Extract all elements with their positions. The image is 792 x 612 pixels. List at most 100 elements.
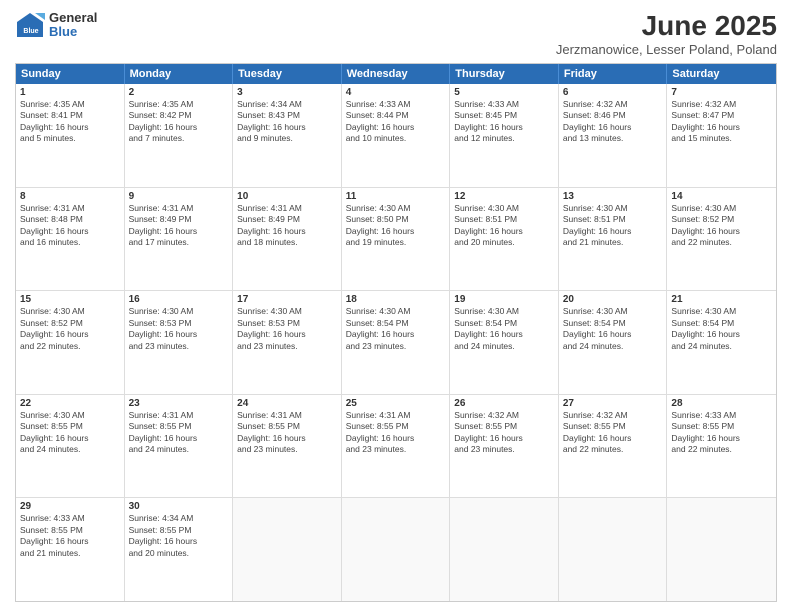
day-info: Sunrise: 4:32 AMSunset: 8:46 PMDaylight:… [563,99,663,145]
day-info: Sunrise: 4:30 AMSunset: 8:52 PMDaylight:… [20,306,120,352]
day-number: 28 [671,398,772,409]
day-info: Sunrise: 4:35 AMSunset: 8:42 PMDaylight:… [129,99,229,145]
day-number: 24 [237,398,337,409]
day-number: 27 [563,398,663,409]
day-number: 30 [129,501,229,512]
day-info: Sunrise: 4:32 AMSunset: 8:47 PMDaylight:… [671,99,772,145]
calendar-day-13: 13Sunrise: 4:30 AMSunset: 8:51 PMDayligh… [559,188,668,291]
day-info: Sunrise: 4:30 AMSunset: 8:54 PMDaylight:… [346,306,446,352]
calendar-day-11: 11Sunrise: 4:30 AMSunset: 8:50 PMDayligh… [342,188,451,291]
calendar-day-14: 14Sunrise: 4:30 AMSunset: 8:52 PMDayligh… [667,188,776,291]
calendar-day-4: 4Sunrise: 4:33 AMSunset: 8:44 PMDaylight… [342,84,451,187]
calendar-header-row: SundayMondayTuesdayWednesdayThursdayFrid… [16,64,776,84]
calendar-day-29: 29Sunrise: 4:33 AMSunset: 8:55 PMDayligh… [16,498,125,601]
calendar-day-9: 9Sunrise: 4:31 AMSunset: 8:49 PMDaylight… [125,188,234,291]
calendar-day-empty [667,498,776,601]
day-number: 16 [129,294,229,305]
calendar-week-2: 8Sunrise: 4:31 AMSunset: 8:48 PMDaylight… [16,188,776,292]
day-header-monday: Monday [125,64,234,84]
calendar-day-12: 12Sunrise: 4:30 AMSunset: 8:51 PMDayligh… [450,188,559,291]
day-number: 13 [563,191,663,202]
calendar-day-30: 30Sunrise: 4:34 AMSunset: 8:55 PMDayligh… [125,498,234,601]
day-number: 26 [454,398,554,409]
calendar-day-empty [559,498,668,601]
day-info: Sunrise: 4:31 AMSunset: 8:55 PMDaylight:… [129,410,229,456]
calendar-day-7: 7Sunrise: 4:32 AMSunset: 8:47 PMDaylight… [667,84,776,187]
calendar-subtitle: Jerzmanowice, Lesser Poland, Poland [556,42,777,57]
day-info: Sunrise: 4:35 AMSunset: 8:41 PMDaylight:… [20,99,120,145]
day-number: 1 [20,87,120,98]
calendar-day-25: 25Sunrise: 4:31 AMSunset: 8:55 PMDayligh… [342,395,451,498]
calendar-day-27: 27Sunrise: 4:32 AMSunset: 8:55 PMDayligh… [559,395,668,498]
day-number: 7 [671,87,772,98]
header: Blue General Blue June 2025 Jerzmanowice… [15,10,777,57]
day-info: Sunrise: 4:30 AMSunset: 8:50 PMDaylight:… [346,203,446,249]
day-number: 9 [129,191,229,202]
day-header-thursday: Thursday [450,64,559,84]
day-info: Sunrise: 4:33 AMSunset: 8:45 PMDaylight:… [454,99,554,145]
calendar-week-4: 22Sunrise: 4:30 AMSunset: 8:55 PMDayligh… [16,395,776,499]
calendar-day-26: 26Sunrise: 4:32 AMSunset: 8:55 PMDayligh… [450,395,559,498]
calendar-day-2: 2Sunrise: 4:35 AMSunset: 8:42 PMDaylight… [125,84,234,187]
day-number: 21 [671,294,772,305]
day-info: Sunrise: 4:30 AMSunset: 8:51 PMDaylight:… [563,203,663,249]
calendar-day-22: 22Sunrise: 4:30 AMSunset: 8:55 PMDayligh… [16,395,125,498]
day-number: 6 [563,87,663,98]
day-info: Sunrise: 4:30 AMSunset: 8:53 PMDaylight:… [237,306,337,352]
calendar-day-6: 6Sunrise: 4:32 AMSunset: 8:46 PMDaylight… [559,84,668,187]
calendar-day-23: 23Sunrise: 4:31 AMSunset: 8:55 PMDayligh… [125,395,234,498]
day-header-wednesday: Wednesday [342,64,451,84]
calendar-day-21: 21Sunrise: 4:30 AMSunset: 8:54 PMDayligh… [667,291,776,394]
day-info: Sunrise: 4:30 AMSunset: 8:53 PMDaylight:… [129,306,229,352]
logo: Blue General Blue [15,10,97,40]
calendar-page: Blue General Blue June 2025 Jerzmanowice… [0,0,792,612]
calendar-day-empty [342,498,451,601]
calendar-week-1: 1Sunrise: 4:35 AMSunset: 8:41 PMDaylight… [16,84,776,188]
day-number: 5 [454,87,554,98]
calendar-day-19: 19Sunrise: 4:30 AMSunset: 8:54 PMDayligh… [450,291,559,394]
day-info: Sunrise: 4:31 AMSunset: 8:49 PMDaylight:… [237,203,337,249]
day-info: Sunrise: 4:31 AMSunset: 8:49 PMDaylight:… [129,203,229,249]
calendar-day-8: 8Sunrise: 4:31 AMSunset: 8:48 PMDaylight… [16,188,125,291]
calendar-day-5: 5Sunrise: 4:33 AMSunset: 8:45 PMDaylight… [450,84,559,187]
day-header-saturday: Saturday [667,64,776,84]
calendar-title: June 2025 [556,10,777,42]
logo-icon: Blue [15,10,45,40]
day-number: 18 [346,294,446,305]
day-number: 11 [346,191,446,202]
day-info: Sunrise: 4:30 AMSunset: 8:55 PMDaylight:… [20,410,120,456]
day-number: 12 [454,191,554,202]
svg-text:Blue: Blue [23,28,38,35]
logo-text: General Blue [49,11,97,40]
day-number: 3 [237,87,337,98]
day-number: 20 [563,294,663,305]
day-info: Sunrise: 4:30 AMSunset: 8:52 PMDaylight:… [671,203,772,249]
day-number: 14 [671,191,772,202]
day-number: 29 [20,501,120,512]
calendar: SundayMondayTuesdayWednesdayThursdayFrid… [15,63,777,602]
day-number: 19 [454,294,554,305]
day-info: Sunrise: 4:32 AMSunset: 8:55 PMDaylight:… [454,410,554,456]
day-info: Sunrise: 4:33 AMSunset: 8:55 PMDaylight:… [20,513,120,559]
calendar-day-empty [450,498,559,601]
day-info: Sunrise: 4:30 AMSunset: 8:51 PMDaylight:… [454,203,554,249]
day-info: Sunrise: 4:31 AMSunset: 8:55 PMDaylight:… [237,410,337,456]
day-info: Sunrise: 4:32 AMSunset: 8:55 PMDaylight:… [563,410,663,456]
calendar-week-3: 15Sunrise: 4:30 AMSunset: 8:52 PMDayligh… [16,291,776,395]
day-info: Sunrise: 4:34 AMSunset: 8:43 PMDaylight:… [237,99,337,145]
calendar-day-empty [233,498,342,601]
day-number: 22 [20,398,120,409]
calendar-day-1: 1Sunrise: 4:35 AMSunset: 8:41 PMDaylight… [16,84,125,187]
day-number: 23 [129,398,229,409]
calendar-day-20: 20Sunrise: 4:30 AMSunset: 8:54 PMDayligh… [559,291,668,394]
day-info: Sunrise: 4:33 AMSunset: 8:44 PMDaylight:… [346,99,446,145]
day-info: Sunrise: 4:33 AMSunset: 8:55 PMDaylight:… [671,410,772,456]
calendar-day-24: 24Sunrise: 4:31 AMSunset: 8:55 PMDayligh… [233,395,342,498]
day-number: 25 [346,398,446,409]
calendar-day-3: 3Sunrise: 4:34 AMSunset: 8:43 PMDaylight… [233,84,342,187]
calendar-week-5: 29Sunrise: 4:33 AMSunset: 8:55 PMDayligh… [16,498,776,601]
calendar-day-17: 17Sunrise: 4:30 AMSunset: 8:53 PMDayligh… [233,291,342,394]
logo-blue-text: Blue [49,25,97,39]
calendar-day-10: 10Sunrise: 4:31 AMSunset: 8:49 PMDayligh… [233,188,342,291]
calendar-day-16: 16Sunrise: 4:30 AMSunset: 8:53 PMDayligh… [125,291,234,394]
